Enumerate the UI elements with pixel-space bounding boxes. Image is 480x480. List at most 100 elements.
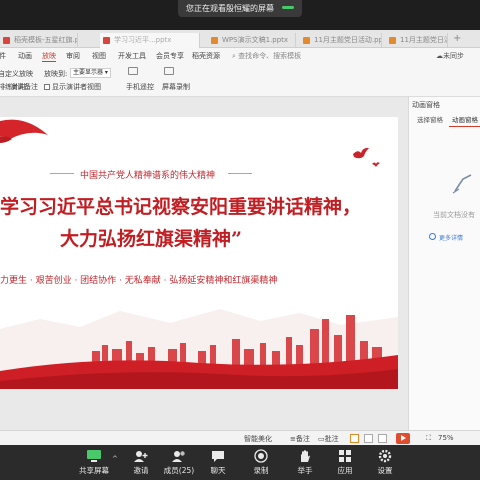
- tab-1[interactable]: 稻壳模板-五星红旗.pdf: [0, 33, 78, 48]
- custom-show-button[interactable]: 自定义放映: [0, 69, 33, 79]
- raise-hand-button[interactable]: 举手: [285, 449, 325, 476]
- menu-member[interactable]: 会员专享: [156, 51, 184, 61]
- dove-icon: [353, 147, 369, 159]
- invite-button[interactable]: 邀请: [121, 449, 161, 476]
- share-screen-button[interactable]: 共享屏幕: [74, 449, 114, 476]
- menu-view[interactable]: 视图: [92, 51, 106, 61]
- tab-2-active[interactable]: 学习习近平...pptx: [100, 33, 200, 48]
- tab-selection-pane[interactable]: 选择窗格: [415, 113, 445, 127]
- tab-animation-pane[interactable]: 动画窗格: [449, 113, 480, 127]
- smart-beautify-button[interactable]: 智能美化: [244, 434, 272, 444]
- screen-share-banner: 您正在观看殷恒耀的屏幕: [178, 0, 302, 17]
- animation-pane-title: 动画窗格: [412, 101, 440, 109]
- subtitle-divider-left: [50, 173, 74, 174]
- command-search[interactable]: ⌕ 查找命令、搜索模板: [232, 51, 301, 61]
- tab-3[interactable]: WPS演示文稿1.pptx: [208, 33, 296, 48]
- tab-4[interactable]: 11月主题党日活动.pptx: [300, 33, 382, 48]
- presenter-view-label: 显示演讲者视图: [52, 83, 101, 91]
- slide-title-line-1: 学习习近平总书记视察安阳重要讲话精神，: [0, 196, 362, 218]
- apps-button[interactable]: 应用: [325, 449, 365, 476]
- meeting-toolbar: 共享屏幕 ^ 邀请 成员(25) 聊天 录制 举手 应用 设置: [0, 445, 480, 480]
- tab-5[interactable]: 11月主题党日活动.pptx: [386, 33, 448, 48]
- chevron-up-icon[interactable]: ^: [112, 455, 118, 463]
- menu-review[interactable]: 审阅: [66, 51, 80, 61]
- slide-status-bar: 智能美化 ≡备注 ▭批注 ⛶ 75%: [0, 430, 480, 445]
- ppt-file-icon: [211, 37, 218, 44]
- settings-button[interactable]: 设置: [365, 449, 405, 476]
- screen-record-button[interactable]: [164, 67, 176, 75]
- sync-status[interactable]: ☁未同步: [436, 51, 464, 61]
- slide-subtitle: 中国共产党人精神谱系的伟大精神: [80, 171, 216, 181]
- raise-hand-label: 举手: [297, 466, 313, 475]
- comments-label: 批注: [324, 435, 339, 443]
- fit-window-icon[interactable]: ⛶: [426, 434, 431, 443]
- tab-label: 学习习近平...pptx: [114, 36, 172, 44]
- document-tab-bar: 稻壳模板-五星红旗.pdf 学习习近平...pptx WPS演示文稿1.pptx…: [0, 30, 480, 48]
- screen-record-label: 屏幕录制: [162, 83, 190, 91]
- chat-label: 聊天: [210, 466, 226, 475]
- info-icon: [429, 233, 436, 240]
- presenter-view-checkbox[interactable]: 显示演讲者视图: [44, 82, 101, 92]
- share-menu-icon[interactable]: [282, 6, 294, 9]
- animation-pane: 动画窗格 选择窗格 动画窗格 当前文档没有 更多详情: [408, 97, 480, 430]
- members-button[interactable]: 成员(25): [159, 449, 199, 476]
- checkbox-icon: [44, 84, 50, 90]
- notes-label: 备注: [295, 435, 310, 443]
- members-icon: [172, 451, 185, 462]
- ppt-file-icon: [303, 37, 310, 44]
- ribbon-menu-bar: 文件 开始 动画 放映 审阅 视图 开发工具 会员专享 稻壳资源 ⌕ 查找命令、…: [0, 48, 480, 63]
- comment-icon: ▭: [318, 435, 325, 443]
- red-flag-graphic: [0, 119, 48, 143]
- custom-show-label: 自定义放映: [0, 70, 33, 78]
- menu-animation[interactable]: 动画: [18, 51, 32, 61]
- record-button[interactable]: 录制: [241, 449, 281, 476]
- zoom-level[interactable]: 75%: [438, 434, 454, 442]
- play-slideshow-button[interactable]: [396, 433, 410, 444]
- ppt-file-icon: [103, 37, 110, 44]
- normal-view-icon[interactable]: [350, 434, 359, 443]
- smart-beautify-label: 智能美化: [244, 435, 272, 443]
- slide-sorter-icon[interactable]: [364, 434, 373, 443]
- slideshow-toolbar: 自定义放映 排练计时 演讲备注 放映到: 主要显示器 ▾ 显示演讲者视图 手机遥…: [0, 63, 480, 97]
- share-banner-text: 您正在观看殷恒耀的屏幕: [186, 4, 274, 13]
- menu-slideshow[interactable]: 放映: [42, 51, 56, 62]
- sync-label: 未同步: [443, 52, 464, 60]
- invite-label: 邀请: [133, 466, 149, 475]
- slide-title-line-2: 大力弘扬红旗渠精神”: [60, 228, 242, 250]
- more-details-link[interactable]: 更多详情: [439, 233, 463, 242]
- share-screen-label: 共享屏幕: [79, 466, 109, 475]
- raise-hand-icon: [301, 450, 310, 462]
- command-search-placeholder: 查找命令、搜索模板: [238, 52, 302, 60]
- speaker-notes-button[interactable]: 演讲备注: [10, 82, 38, 92]
- reading-view-icon[interactable]: [378, 434, 387, 443]
- phone-remote-label: 手机遥控: [126, 83, 154, 91]
- cloud-icon: ☁: [436, 52, 443, 60]
- slide-content[interactable]: 中国共产党人精神谱系的伟大精神 学习习近平总书记视察安阳重要讲话精神， 大力弘扬…: [0, 117, 398, 389]
- tab-label: 稻壳模板-五星红旗.pdf: [14, 36, 77, 44]
- empty-state-cursor-icon: [452, 174, 472, 194]
- chat-button[interactable]: 聊天: [198, 449, 238, 476]
- menu-file[interactable]: 文件: [0, 51, 6, 61]
- search-icon: ⌕: [232, 52, 236, 60]
- invite-icon: [134, 451, 148, 462]
- phone-remote-button[interactable]: [128, 67, 140, 75]
- menu-developer-tools[interactable]: 开发工具: [118, 51, 146, 61]
- new-tab-icon[interactable]: +: [453, 33, 461, 44]
- tab-label: 11月主题党日活动.pptx: [314, 36, 381, 44]
- phone-icon: [128, 67, 138, 75]
- slide-spirit-line: 力更生 · 艰苦创业 · 团结协作 · 无私奉献 · 弘扬延安精神和红旗渠精神: [0, 276, 278, 286]
- notes-button[interactable]: ≡备注: [290, 434, 310, 444]
- pdf-file-icon: [3, 37, 10, 44]
- record-icon: [254, 449, 268, 463]
- share-screen-icon: [87, 450, 101, 462]
- menu-docer[interactable]: 稻壳资源: [192, 51, 220, 61]
- settings-icon: [378, 449, 392, 463]
- tab-label: 11月主题党日活动.pptx: [400, 36, 447, 44]
- monitor-select[interactable]: 主要显示器 ▾: [70, 68, 111, 78]
- subtitle-divider-right: [228, 173, 252, 174]
- comments-button[interactable]: ▭批注: [318, 434, 339, 444]
- speaker-notes-label: 演讲备注: [10, 83, 38, 91]
- screen: 您正在观看殷恒耀的屏幕 稻壳模板-五星红旗.pdf 学习习近平...pptx W…: [0, 0, 480, 480]
- record-label: 录制: [253, 466, 269, 475]
- show-slides-label: 放映到:: [44, 70, 68, 78]
